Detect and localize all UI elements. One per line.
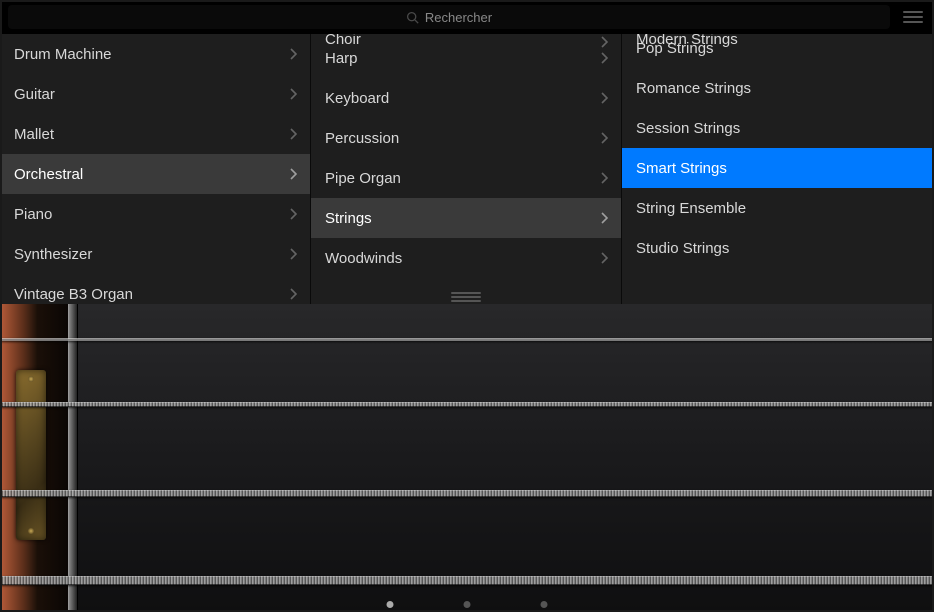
- chevron-right-icon: [290, 168, 298, 180]
- chevron-right-icon: [601, 252, 609, 264]
- list-item[interactable]: Keyboard: [311, 78, 621, 118]
- search-icon: [406, 11, 419, 24]
- chevron-right-icon: [601, 92, 609, 104]
- string-1[interactable]: [0, 338, 934, 341]
- list-item-label: String Ensemble: [636, 200, 746, 217]
- chevron-right-icon: [290, 288, 298, 300]
- drag-handle-icon[interactable]: [451, 292, 481, 302]
- list-item[interactable]: Studio Strings: [622, 228, 934, 268]
- search-input[interactable]: Rechercher: [8, 5, 890, 29]
- chevron-right-icon: [290, 48, 298, 60]
- menu-handle-icon[interactable]: [900, 11, 926, 23]
- browser-column-3: Modern Strings Pop StringsRomance String…: [622, 34, 934, 304]
- nut-bar: [68, 304, 78, 612]
- list-item[interactable]: Drum Machine: [0, 34, 310, 74]
- list-item-label: Drum Machine: [14, 46, 112, 63]
- list-item[interactable]: Orchestral: [0, 154, 310, 194]
- search-bar: Rechercher: [0, 0, 934, 34]
- chevron-right-icon: [290, 248, 298, 260]
- chevron-right-icon: [601, 172, 609, 184]
- list-item[interactable]: Romance Strings: [622, 68, 934, 108]
- list-item-label: Harp: [325, 50, 358, 67]
- list-item-label: Mallet: [14, 126, 54, 143]
- list-item-label: Piano: [14, 206, 52, 223]
- list-item[interactable]: Piano: [0, 194, 310, 234]
- page-dot[interactable]: [387, 601, 394, 608]
- instrument-browser: Drum Machine Guitar Mallet Orchestral Piano S…: [0, 34, 934, 304]
- page-dot[interactable]: [541, 601, 548, 608]
- list-item-label: Keyboard: [325, 90, 389, 107]
- search-placeholder: Rechercher: [425, 10, 492, 25]
- instrument-play-area[interactable]: [0, 304, 934, 612]
- list-item[interactable]: Synthesizer: [0, 234, 310, 274]
- list-item-label: Pop Strings: [636, 40, 714, 57]
- page-indicator[interactable]: [387, 601, 548, 608]
- list-item-label: Synthesizer: [14, 246, 92, 263]
- list-item-label: Strings: [325, 210, 372, 227]
- list-item-label: Romance Strings: [636, 80, 751, 97]
- list-item[interactable]: Mallet: [0, 114, 310, 154]
- chevron-right-icon: [290, 128, 298, 140]
- list-item[interactable]: Harp: [311, 38, 621, 78]
- list-item-label: Smart Strings: [636, 160, 727, 177]
- list-item[interactable]: Vintage B3 Organ: [0, 274, 310, 304]
- browser-column-2: Choir HarpKeyboardPercussionPipe OrganSt…: [311, 34, 622, 304]
- string-3[interactable]: [0, 490, 934, 497]
- chevron-right-icon: [290, 88, 298, 100]
- list-item-label: Pipe Organ: [325, 170, 401, 187]
- chevron-right-icon: [601, 212, 609, 224]
- list-item[interactable]: Pipe Organ: [311, 158, 621, 198]
- list-item[interactable]: Smart Strings: [622, 148, 934, 188]
- list-item-label: Vintage B3 Organ: [14, 286, 133, 303]
- list-item[interactable]: Pop Strings: [622, 34, 934, 68]
- string-4[interactable]: [0, 576, 934, 585]
- browser-column-1: Drum Machine Guitar Mallet Orchestral Piano S…: [0, 34, 311, 304]
- brass-plate: [16, 370, 46, 540]
- chevron-right-icon: [290, 208, 298, 220]
- list-item[interactable]: Percussion: [311, 118, 621, 158]
- chevron-right-icon: [601, 52, 609, 64]
- string-2[interactable]: [0, 402, 934, 407]
- list-item[interactable]: String Ensemble: [622, 188, 934, 228]
- list-item[interactable]: Guitar: [0, 74, 310, 114]
- list-item-label: Orchestral: [14, 166, 83, 183]
- list-item[interactable]: Woodwinds: [311, 238, 621, 278]
- list-item[interactable]: Session Strings: [622, 108, 934, 148]
- list-item-label: Session Strings: [636, 120, 740, 137]
- chevron-right-icon: [601, 132, 609, 144]
- list-item[interactable]: Strings: [311, 198, 621, 238]
- list-item-label: Guitar: [14, 86, 55, 103]
- list-item-label: Studio Strings: [636, 240, 729, 257]
- page-dot[interactable]: [464, 601, 471, 608]
- list-item-label: Percussion: [325, 130, 399, 147]
- list-item-label: Woodwinds: [325, 250, 402, 267]
